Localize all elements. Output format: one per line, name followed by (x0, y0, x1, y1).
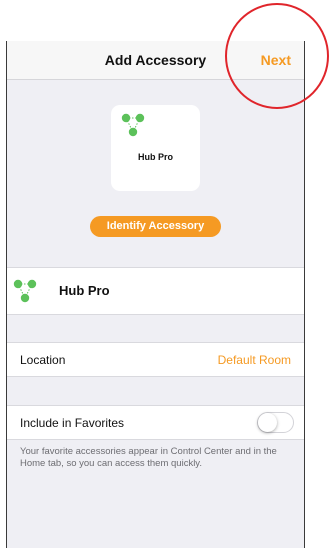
next-button[interactable]: Next (261, 52, 291, 68)
favorites-toggle[interactable] (257, 412, 294, 433)
location-label: Location (20, 353, 66, 367)
accessory-card: Hub Pro (111, 105, 200, 191)
identify-accessory-button[interactable]: Identify Accessory (90, 216, 221, 237)
accessory-card-name: Hub Pro (138, 152, 173, 162)
add-accessory-screen: Add Accessory Next Hub Pro Identify Acce… (6, 41, 305, 548)
favorites-label: Include in Favorites (20, 416, 125, 430)
favorites-description: Your favorite accessories appear in Cont… (20, 446, 277, 469)
location-row[interactable]: Location Default Room (7, 342, 304, 377)
favorites-row: Include in Favorites (7, 405, 304, 440)
hub-network-icon (121, 113, 145, 137)
accessory-name-row[interactable]: Hub Pro (7, 267, 304, 315)
location-value[interactable]: Default Room (218, 353, 291, 367)
accessory-name-label: Hub Pro (59, 283, 110, 298)
toggle-knob (258, 413, 277, 432)
hub-network-icon (13, 279, 37, 303)
page-title: Add Accessory (104, 52, 207, 68)
navigation-bar: Add Accessory Next (7, 41, 304, 80)
